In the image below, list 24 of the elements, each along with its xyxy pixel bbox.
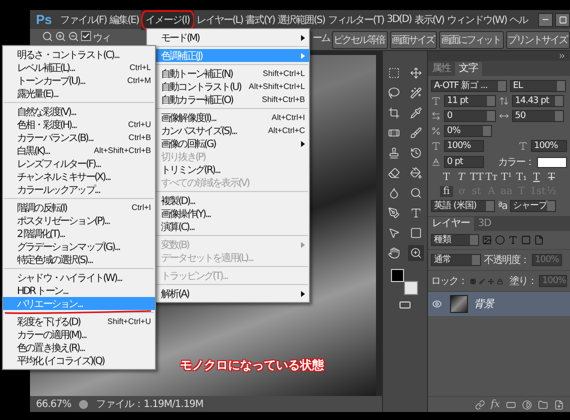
color-label: カラー： (498, 156, 534, 169)
shortcut-label: Alt+Ctrl+I (270, 113, 305, 122)
option-label: ーム (312, 32, 330, 45)
shortcut-label: Ctrl+B (128, 133, 151, 142)
shortcut-label: Ctrl+M (126, 76, 151, 85)
shortcut-label: Ctrl+I (130, 203, 151, 212)
image-caption: モノクロになっている状態 (180, 357, 324, 374)
app-logo: Ps (35, 12, 53, 27)
shortcut-label: Alt+Shift+Ctrl+L (248, 82, 305, 91)
shortcut-label: Shift+Ctrl+U (106, 317, 151, 326)
lock-label: ロック： (431, 275, 467, 288)
antialias-label: ªa (498, 200, 507, 212)
shortcut-label: Alt+Ctrl+C (267, 126, 305, 135)
file-info: ファイル：1.19M/1.19M (96, 398, 204, 411)
shortcut-label: Ctrl+U (127, 120, 151, 129)
checkbox-label: ウィ (93, 32, 110, 45)
opacity-label: 不透明度： (484, 254, 529, 267)
fill-label: 塗り： (509, 275, 536, 288)
shortcut-label: Alt+Shift+Ctrl+B (92, 146, 151, 155)
zoom-level: 66.67% (36, 398, 72, 410)
layer-name: 背景 (474, 298, 494, 311)
shortcut-label: Shift+Ctrl+B (260, 95, 305, 104)
shortcut-label: Ctrl+L (128, 63, 151, 72)
shortcut-label: Shift+Ctrl+L (262, 69, 305, 78)
